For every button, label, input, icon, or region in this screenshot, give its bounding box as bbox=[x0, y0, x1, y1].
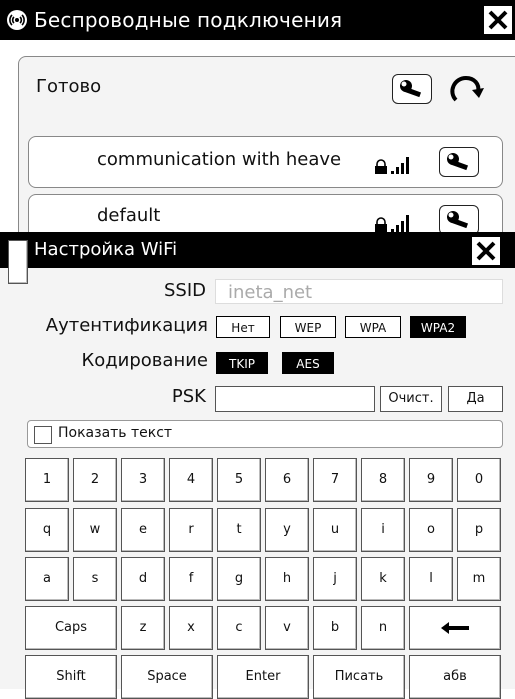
key-k[interactable]: k bbox=[361, 557, 405, 601]
signal-strength-icon bbox=[391, 157, 409, 174]
status-text: Готово bbox=[36, 76, 102, 97]
dialog-close-button[interactable] bbox=[472, 237, 500, 265]
key-enter[interactable]: Enter bbox=[217, 655, 309, 699]
key-c[interactable]: c bbox=[217, 606, 261, 650]
auth-label: Аутентификация bbox=[45, 315, 208, 336]
key-caps[interactable]: Caps bbox=[25, 606, 117, 650]
enc-option-tkip[interactable]: TKIP bbox=[216, 352, 268, 374]
dialog-title: Настройка WiFi bbox=[34, 239, 178, 260]
network-settings-button[interactable] bbox=[439, 205, 479, 235]
key-9[interactable]: 9 bbox=[409, 458, 453, 502]
key-f[interactable]: f bbox=[169, 557, 213, 601]
dialog-titlebar: Настройка WiFi bbox=[0, 232, 515, 284]
magnifier-icon bbox=[8, 240, 28, 284]
key-7[interactable]: 7 bbox=[313, 458, 357, 502]
key-g[interactable]: g bbox=[217, 557, 261, 601]
backspace-key[interactable] bbox=[409, 606, 501, 650]
key-1[interactable]: 1 bbox=[25, 458, 69, 502]
lock-icon bbox=[375, 159, 387, 174]
key-5[interactable]: 5 bbox=[217, 458, 261, 502]
key-y[interactable]: y bbox=[265, 508, 309, 552]
key-o[interactable]: o bbox=[409, 508, 453, 552]
lock-icon bbox=[375, 217, 387, 232]
key-h[interactable]: h bbox=[265, 557, 309, 601]
key-shift[interactable]: Shift bbox=[25, 655, 117, 699]
network-settings-button[interactable] bbox=[439, 147, 479, 177]
key-v[interactable]: v bbox=[265, 606, 309, 650]
key-w[interactable]: w bbox=[73, 508, 117, 552]
psk-label: PSK bbox=[171, 386, 206, 407]
key-e[interactable]: e bbox=[121, 508, 165, 552]
close-button[interactable] bbox=[484, 6, 512, 34]
key-i[interactable]: i bbox=[361, 508, 405, 552]
key-a[interactable]: a bbox=[25, 557, 69, 601]
show-text-toggle[interactable]: Показать текст bbox=[27, 420, 503, 448]
wrench-icon bbox=[400, 80, 422, 98]
auth-option-wpa[interactable]: WPA bbox=[345, 316, 401, 338]
key-8[interactable]: 8 bbox=[361, 458, 405, 502]
key-m[interactable]: m bbox=[457, 557, 501, 601]
refresh-icon bbox=[450, 75, 484, 102]
key-q[interactable]: q bbox=[25, 508, 69, 552]
key-n[interactable]: n bbox=[361, 606, 405, 650]
show-text-label: Показать текст bbox=[58, 425, 173, 441]
key-j[interactable]: j bbox=[313, 557, 357, 601]
backspace-arrow-icon bbox=[441, 621, 469, 634]
refresh-button[interactable] bbox=[444, 70, 486, 108]
key-z[interactable]: z bbox=[121, 606, 165, 650]
psk-input[interactable] bbox=[215, 386, 375, 412]
key-b[interactable]: b bbox=[313, 606, 357, 650]
auth-option-none[interactable]: Нет bbox=[216, 316, 270, 338]
key-6[interactable]: 6 bbox=[265, 458, 309, 502]
window-titlebar: Беспроводные подключения bbox=[0, 0, 515, 40]
network-name: default bbox=[97, 205, 161, 226]
key-d[interactable]: d bbox=[121, 557, 165, 601]
network-name: communication with heave bbox=[97, 149, 342, 170]
key-u[interactable]: u bbox=[313, 508, 357, 552]
ok-button[interactable]: Да bbox=[448, 386, 503, 412]
key-l[interactable]: l bbox=[409, 557, 453, 601]
key-4[interactable]: 4 bbox=[169, 458, 213, 502]
settings-button[interactable] bbox=[392, 74, 432, 104]
wireless-icon bbox=[6, 9, 28, 31]
key-2[interactable]: 2 bbox=[73, 458, 117, 502]
key-3[interactable]: 3 bbox=[121, 458, 165, 502]
key-x[interactable]: x bbox=[169, 606, 213, 650]
key-space[interactable]: Space bbox=[121, 655, 213, 699]
key-p[interactable]: p bbox=[457, 508, 501, 552]
key-s[interactable]: s bbox=[73, 557, 117, 601]
auth-option-wep[interactable]: WEP bbox=[280, 316, 336, 338]
enc-option-aes[interactable]: AES bbox=[282, 352, 334, 374]
wrench-icon bbox=[447, 211, 469, 229]
signal-strength-icon bbox=[391, 215, 409, 232]
ssid-label: SSID bbox=[163, 280, 206, 301]
window-title: Беспроводные подключения bbox=[34, 8, 343, 32]
key-layout-switch[interactable]: абв bbox=[409, 655, 501, 699]
encoding-label: Кодирование bbox=[81, 350, 208, 371]
ssid-input[interactable]: ineta_net bbox=[215, 279, 503, 304]
show-text-checkbox[interactable] bbox=[34, 426, 52, 444]
network-item[interactable]: communication with heave bbox=[28, 136, 503, 188]
key-t[interactable]: t bbox=[217, 508, 261, 552]
auth-option-wpa2[interactable]: WPA2 bbox=[410, 316, 466, 338]
clear-button[interactable]: Очист. bbox=[380, 386, 442, 412]
close-icon bbox=[476, 241, 496, 261]
close-icon bbox=[488, 10, 508, 30]
wrench-icon bbox=[447, 153, 469, 171]
key-r[interactable]: r bbox=[169, 508, 213, 552]
key-write[interactable]: Писать bbox=[313, 655, 405, 699]
key-0[interactable]: 0 bbox=[457, 458, 501, 502]
